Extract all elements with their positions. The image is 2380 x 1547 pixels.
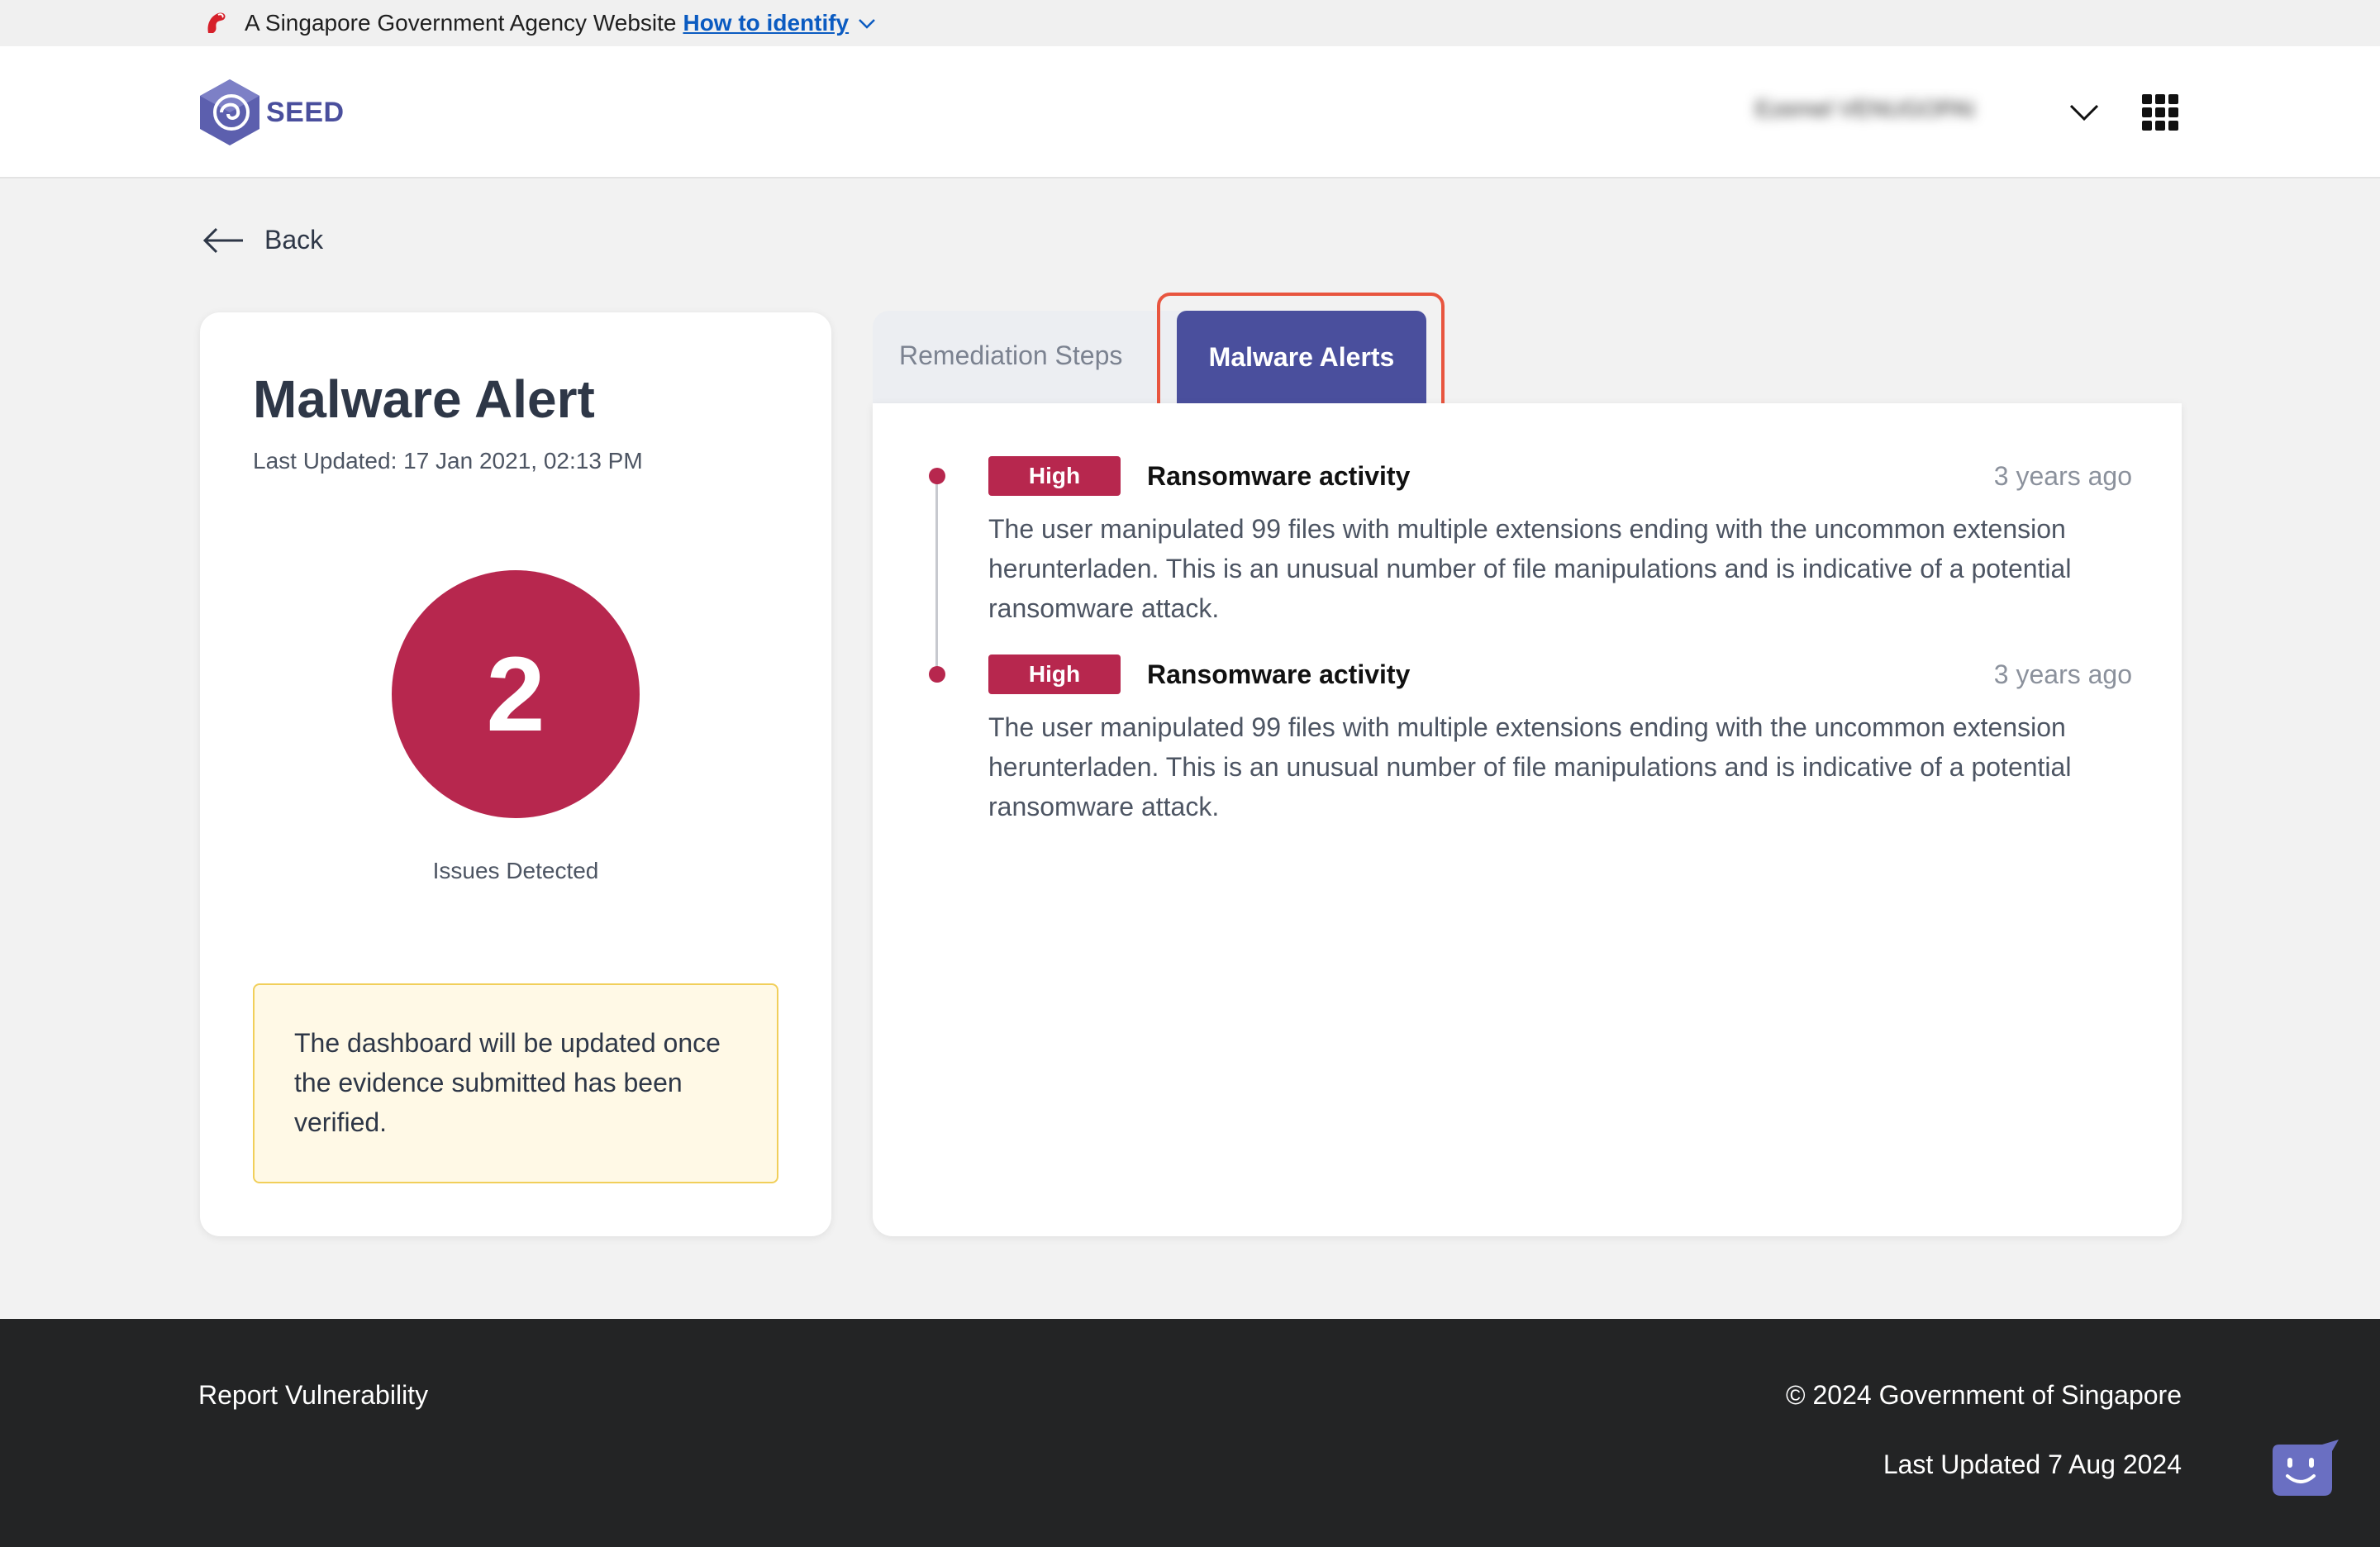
back-label: Back [264, 225, 324, 255]
user-name[interactable]: Ezemel VENUGOPALAN [1755, 96, 1973, 129]
report-vulnerability-link[interactable]: Report Vulnerability [198, 1380, 428, 1411]
arrow-left-icon [202, 227, 243, 253]
alert-description: The user manipulated 99 files with multi… [988, 712, 2072, 821]
verification-note: The dashboard will be updated once the e… [253, 983, 778, 1183]
footer-last-updated: Last Updated 7 Aug 2024 [1883, 1449, 2182, 1479]
apps-grid-icon[interactable] [2142, 94, 2178, 131]
severity-badge: High [988, 654, 1121, 694]
chevron-down-icon[interactable] [2068, 99, 2101, 124]
gov-masthead: A Singapore Government Agency Website Ho… [0, 0, 2380, 46]
how-to-identify-link[interactable]: How to identify [683, 10, 849, 36]
masthead-text: A Singapore Government Agency Website [245, 10, 677, 36]
issue-count-badge: 2 [392, 570, 640, 818]
alert-time: 3 years ago [1993, 461, 2132, 491]
chatbot-icon[interactable] [2268, 1440, 2342, 1501]
timeline-dot [929, 468, 945, 484]
timeline-dot [929, 666, 945, 683]
issue-count: 2 [486, 635, 545, 754]
alert-title: Ransomware activity [1147, 659, 1411, 689]
timeline-line [935, 471, 938, 671]
last-updated-text: Last Updated: 17 Jan 2021, 02:13 PM [253, 448, 643, 474]
app-header: SEED Ezemel VENUGOPALAN [0, 46, 2380, 178]
alert-description: The user manipulated 99 files with multi… [988, 514, 2072, 623]
alert-time: 3 years ago [1993, 659, 2132, 689]
tab-highlight-outline [1157, 293, 1445, 416]
severity-badge: High [988, 456, 1121, 496]
page-title: Malware Alert [253, 369, 595, 429]
seed-logo[interactable]: SEED [197, 76, 345, 149]
back-button[interactable]: Back [202, 225, 323, 255]
logo-text: SEED [266, 96, 345, 128]
seed-logo-icon [200, 79, 259, 145]
copyright-text: © 2024 Government of Singapore [1786, 1380, 2182, 1410]
chevron-down-icon[interactable] [857, 17, 877, 30]
singapore-lion-icon [207, 12, 226, 33]
alert-summary-card: Malware Alert Last Updated: 17 Jan 2021,… [200, 312, 831, 1236]
tab-remediation-steps[interactable]: Remediation Steps [899, 340, 1122, 371]
alert-title: Ransomware activity [1147, 461, 1411, 491]
page-footer: Report Vulnerability © 2024 Government o… [0, 1319, 2380, 1547]
issue-count-label: Issues Detected [432, 858, 599, 883]
